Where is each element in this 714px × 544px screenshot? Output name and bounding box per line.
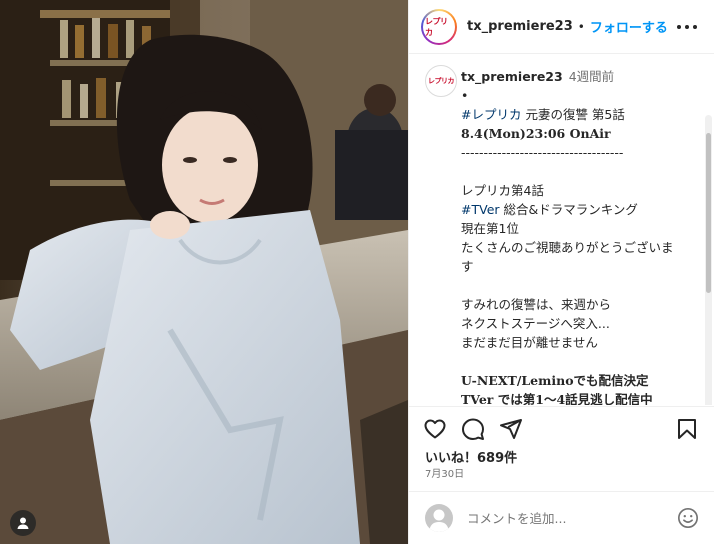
more-options-icon[interactable] <box>677 18 697 36</box>
like-count[interactable]: いいね！689件 <box>425 447 517 466</box>
caption-line: 8.4(Mon)23:06 OnAir <box>461 124 701 143</box>
caption-line: ------------------------------------ <box>461 143 701 162</box>
person-icon <box>17 517 29 529</box>
user-tag-button[interactable] <box>10 510 36 536</box>
caption-line: まだまだ目が離せません <box>461 333 701 352</box>
hashtag-link[interactable]: #TVer <box>461 202 500 217</box>
comment-input[interactable] <box>467 510 667 526</box>
bookmark-icon[interactable] <box>675 417 699 441</box>
follow-button[interactable]: フォローする <box>590 17 668 36</box>
header-separator: • <box>577 19 585 34</box>
scrollbar-thumb[interactable] <box>706 133 711 293</box>
post-actions: いいね！689件 7月30日 <box>409 406 714 490</box>
post-header: レプリカ tx_premiere23 • フォローする <box>409 0 714 54</box>
caption-area[interactable]: レプリカ tx_premiere23 4週間前 • #レプリカ 元妻の復讐 第5話 8… <box>409 55 714 405</box>
post-photo[interactable] <box>0 0 408 544</box>
caption-line: 現在第1位 <box>461 219 701 238</box>
comment-bar <box>409 491 714 544</box>
caption-line: #TVer 総合&ドラマランキング <box>461 200 701 219</box>
caption-line: たくさんのご視聴ありがとうございま <box>461 238 701 257</box>
post-date: 7月30日 <box>425 469 465 480</box>
caption-line-text: 総合&ドラマランキング <box>499 202 638 217</box>
caption-line-text: 8.4(Mon)23:06 OnAir <box>461 126 611 141</box>
default-avatar-icon <box>429 509 449 532</box>
caption-avatar-wrap: レプリカ <box>425 65 457 97</box>
comment-icon[interactable] <box>461 417 485 441</box>
caption-line-text: 元妻の復讐 第5話 <box>521 107 625 122</box>
caption-line <box>461 352 701 371</box>
caption-line-text: 現在第1位 <box>461 221 519 236</box>
caption-text: tx_premiere23 4週間前 • #レプリカ 元妻の復讐 第5話 8.4(Mo… <box>461 67 701 405</box>
caption-line <box>461 276 701 295</box>
caption-line-text: U-NEXT/Leminoでも配信決定 <box>461 373 649 388</box>
caption-line: #レプリカ 元妻の復讐 第5話 <box>461 105 701 124</box>
current-user-avatar <box>425 504 453 532</box>
hashtag-link[interactable]: #レプリカ <box>461 107 521 122</box>
post-side-panel: レプリカ tx_premiere23 • フォローする レプリカ tx_prem… <box>408 0 714 544</box>
share-icon[interactable] <box>499 417 523 441</box>
caption-line-text: レプリカ第4話 <box>461 183 544 198</box>
caption-line: すみれの復讐は、来週から <box>461 295 701 314</box>
caption-line-text: すみれの復讐は、来週から <box>461 297 612 312</box>
caption-line-text: TVer では第1〜4話見逃し配信中 <box>461 392 653 405</box>
caption-time: 4週間前 <box>568 69 615 84</box>
caption-scrollbar[interactable] <box>705 115 712 405</box>
caption-line-text: ------------------------------------ <box>461 145 624 160</box>
avatar-logo: レプリカ <box>423 10 455 43</box>
caption-line-text: ネクストステージへ突入... <box>461 316 610 331</box>
caption-line: す <box>461 257 701 276</box>
caption-line-text: たくさんのご視聴ありがとうございま <box>461 240 674 255</box>
heart-icon[interactable] <box>423 417 447 441</box>
caption-line-text: まだまだ目が離せません <box>461 335 598 350</box>
post-image <box>0 0 408 544</box>
profile-avatar[interactable]: レプリカ <box>421 8 457 45</box>
caption-line: レプリカ第4話 <box>461 181 701 200</box>
emoji-icon[interactable] <box>677 507 699 529</box>
header-username[interactable]: tx_premiere23 <box>467 19 573 34</box>
caption-line <box>461 162 701 181</box>
caption-username[interactable]: tx_premiere23 <box>461 69 563 84</box>
caption-avatar[interactable]: レプリカ <box>425 65 457 97</box>
caption-line: • <box>461 86 701 105</box>
caption-line-text: す <box>461 259 474 274</box>
caption-line: ネクストステージへ突入... <box>461 314 701 333</box>
caption-line: U-NEXT/Leminoでも配信決定 <box>461 371 701 390</box>
caption-line: TVer では第1〜4話見逃し配信中 <box>461 390 701 405</box>
caption-line-text: • <box>461 88 469 103</box>
